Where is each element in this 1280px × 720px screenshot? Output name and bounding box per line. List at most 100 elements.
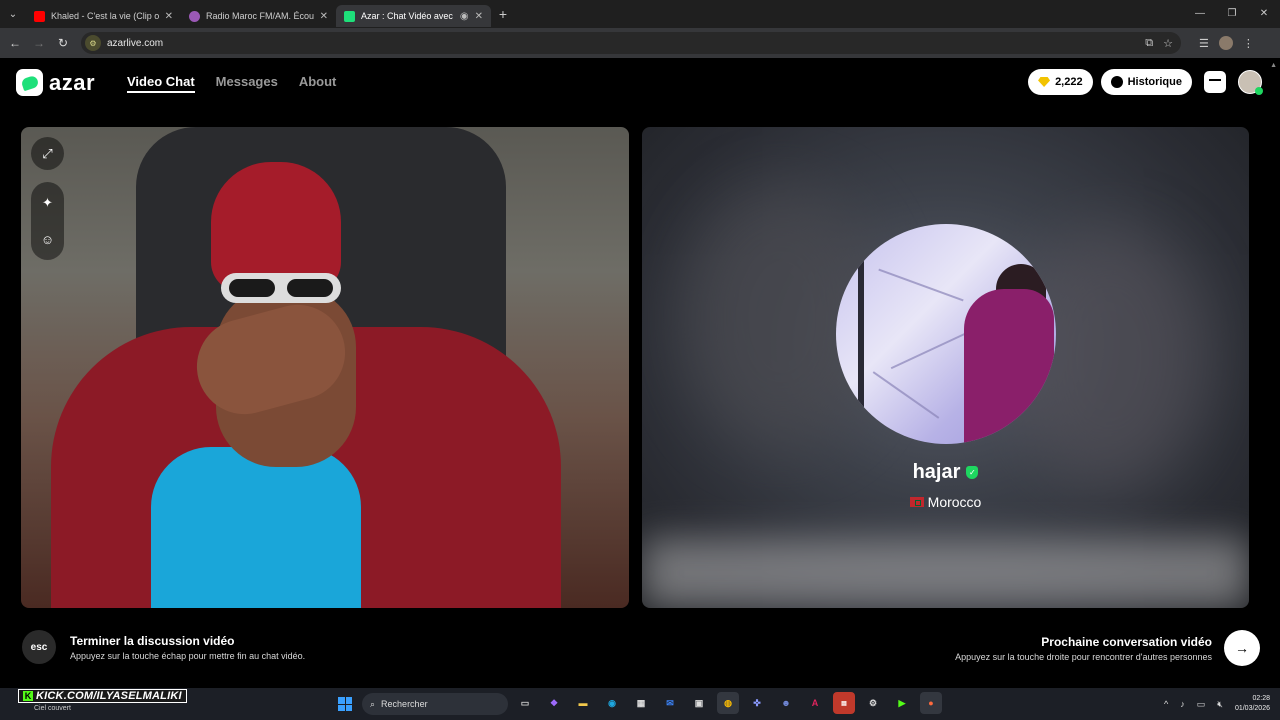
edge-icon[interactable]: ◉ bbox=[601, 692, 623, 714]
youtube-icon bbox=[34, 10, 45, 22]
menu-kebab-icon[interactable]: ⋮ bbox=[1243, 37, 1254, 50]
install-app-icon[interactable]: ⧉ bbox=[1145, 37, 1153, 50]
volume-muted-icon[interactable]: 🔇︎ bbox=[1217, 699, 1223, 710]
history-label: Historique bbox=[1127, 76, 1182, 88]
end-chat-hint: esc Terminer la discussion vidéo Appuyez… bbox=[22, 630, 305, 664]
system-tray: ^ ♪ ▭ 🔇︎ 02:28 01/03/2026 bbox=[1164, 688, 1270, 720]
azar-logo-icon bbox=[16, 69, 43, 96]
tab-groups-icon[interactable]: ☰ bbox=[1199, 37, 1209, 50]
peer-name-row: hajar ✓ bbox=[642, 461, 1249, 484]
radio-icon bbox=[189, 10, 200, 22]
store-icon[interactable]: ▦ bbox=[630, 692, 652, 714]
new-tab-button[interactable]: + bbox=[491, 6, 515, 22]
browser-tab-khaled[interactable]: Khaled - C'est la vie (Clip officiel) ✕ bbox=[26, 5, 181, 27]
browser-tab-azar[interactable]: Azar : Chat Vidéo avec de nouvelles pers… bbox=[336, 5, 491, 27]
nav-messages[interactable]: Messages bbox=[216, 74, 278, 93]
shop-icon[interactable] bbox=[1204, 71, 1226, 93]
scrollbar-up-arrow-icon[interactable]: ▲ bbox=[1270, 62, 1277, 69]
discord-icon[interactable]: ☻ bbox=[775, 692, 797, 714]
app-icon[interactable]: ▣ bbox=[688, 692, 710, 714]
end-chat-title: Terminer la discussion vidéo bbox=[70, 633, 235, 648]
azar-app: azar Video Chat Messages About 2,222 His… bbox=[0, 58, 1280, 688]
window-controls: — ❐ ✕ bbox=[1184, 0, 1280, 28]
video-tools: ⤢ ✦ ☺ bbox=[31, 137, 64, 260]
obs-icon[interactable]: ● bbox=[920, 692, 942, 714]
taskbar-clock[interactable]: 02:28 01/03/2026 bbox=[1235, 694, 1270, 714]
fullscreen-icon[interactable]: ⤢ bbox=[31, 137, 64, 170]
site-info-icon[interactable]: ⚙ bbox=[85, 35, 101, 51]
settings-gear-icon[interactable]: ⚙ bbox=[862, 692, 884, 714]
peer-video: hajar ✓ Morocco bbox=[642, 127, 1249, 608]
tray-chevron-icon[interactable]: ^ bbox=[1164, 699, 1168, 709]
next-arrow-button[interactable]: → bbox=[1224, 630, 1260, 666]
photo-detail bbox=[878, 268, 964, 302]
forward-icon[interactable]: → bbox=[27, 36, 51, 50]
gem-icon bbox=[1038, 77, 1051, 87]
self-video: ⤢ ✦ ☺ bbox=[21, 127, 629, 608]
peer-name: hajar bbox=[912, 461, 961, 483]
profile-avatar[interactable] bbox=[1218, 36, 1233, 50]
video-scene-shirt bbox=[151, 447, 361, 608]
magic-wand-icon[interactable]: ✦ bbox=[31, 186, 64, 219]
outlook-icon[interactable]: ✉ bbox=[659, 692, 681, 714]
url-text: azarlive.com bbox=[107, 37, 164, 49]
tab-search-icon[interactable]: ⌄ bbox=[0, 0, 26, 28]
kick-logo-icon: K bbox=[23, 691, 33, 701]
play-icon[interactable]: ▶ bbox=[891, 692, 913, 714]
morocco-flag-icon bbox=[909, 497, 924, 507]
next-chat-hint: Prochaine conversation vidéo Appuyez sur… bbox=[955, 630, 1260, 666]
media-app-icon[interactable]: ▤ bbox=[833, 692, 855, 714]
file-explorer-icon[interactable]: ▬ bbox=[572, 692, 594, 714]
weather-widget[interactable]: Ciel couvert bbox=[34, 705, 71, 712]
blur-background bbox=[642, 538, 1249, 608]
close-tab-icon[interactable]: ✕ bbox=[475, 11, 483, 22]
reload-icon[interactable]: ↻ bbox=[51, 36, 75, 50]
url-bar[interactable]: ⚙ azarlive.com ⧉ ☆ bbox=[81, 32, 1181, 54]
search-icon: ⌕ bbox=[370, 698, 376, 709]
gamepad-icon[interactable]: ✜ bbox=[746, 692, 768, 714]
azar-logo[interactable]: azar bbox=[16, 69, 95, 96]
taskbar-search[interactable]: ⌕ Rechercher bbox=[362, 693, 508, 715]
next-chat-title: Prochaine conversation vidéo bbox=[1041, 634, 1212, 649]
video-scene-glasses bbox=[221, 273, 341, 303]
bookmark-star-icon[interactable]: ☆ bbox=[1163, 37, 1173, 50]
main-nav: Video Chat Messages About bbox=[127, 74, 336, 93]
user-avatar[interactable] bbox=[1238, 70, 1263, 95]
logo-text: azar bbox=[49, 69, 96, 95]
browser-tabbar: ⌄ Khaled - C'est la vie (Clip officiel) … bbox=[0, 0, 1280, 28]
stream-overlay-text: KICK.COM/ILYASELMALIKI bbox=[36, 690, 182, 702]
clock-icon bbox=[1110, 76, 1123, 88]
close-tab-icon[interactable]: ✕ bbox=[320, 11, 328, 22]
minimize-icon[interactable]: — bbox=[1184, 0, 1216, 28]
photo-detail bbox=[858, 254, 864, 424]
task-view-icon[interactable]: ▭ bbox=[514, 692, 536, 714]
recording-icon: ◉ bbox=[459, 10, 469, 22]
history-button[interactable]: Historique bbox=[1100, 69, 1192, 95]
azar-favicon-icon bbox=[344, 10, 355, 22]
gems-button[interactable]: 2,222 bbox=[1028, 69, 1093, 95]
esc-button[interactable]: esc bbox=[22, 630, 56, 664]
copilot-icon[interactable]: ❖ bbox=[543, 692, 565, 714]
close-window-icon[interactable]: ✕ bbox=[1248, 0, 1280, 28]
face-filter-icon[interactable]: ☺ bbox=[31, 223, 64, 256]
search-placeholder: Rechercher bbox=[381, 699, 428, 709]
display-icon[interactable]: ▭ bbox=[1197, 699, 1206, 710]
chrome-icon[interactable]: ◍ bbox=[717, 692, 739, 714]
nav-about[interactable]: About bbox=[299, 74, 337, 93]
gems-count: 2,222 bbox=[1055, 76, 1083, 88]
windows-start-icon[interactable] bbox=[338, 697, 352, 711]
microphone-icon[interactable]: ♪ bbox=[1180, 699, 1185, 709]
taskbar-apps: ▭ ❖ ▬ ◉ ▦ ✉ ▣ ◍ ✜ ☻ A ▤ ⚙ ▶ ● bbox=[514, 692, 942, 714]
browser-tab-radio[interactable]: Radio Maroc FM/AM. Écouter radio ✕ bbox=[181, 5, 336, 27]
acrobat-icon[interactable]: A bbox=[804, 692, 826, 714]
peer-country: Morocco bbox=[927, 494, 982, 510]
nav-video-chat[interactable]: Video Chat bbox=[127, 74, 195, 93]
back-icon[interactable]: ← bbox=[3, 36, 27, 50]
address-toolbar: ← → ↻ ⚙ azarlive.com ⧉ ☆ ☰ ⋮ bbox=[0, 28, 1280, 58]
peer-country-row: Morocco bbox=[642, 494, 1249, 510]
close-tab-icon[interactable]: ✕ bbox=[165, 11, 173, 22]
verified-badge-icon: ✓ bbox=[966, 466, 979, 479]
windows-taskbar: K KICK.COM/ILYASELMALIKI Ciel couvert ⌕ … bbox=[0, 688, 1280, 720]
clock-time: 02:28 bbox=[1252, 695, 1270, 702]
maximize-icon[interactable]: ❐ bbox=[1216, 0, 1248, 28]
